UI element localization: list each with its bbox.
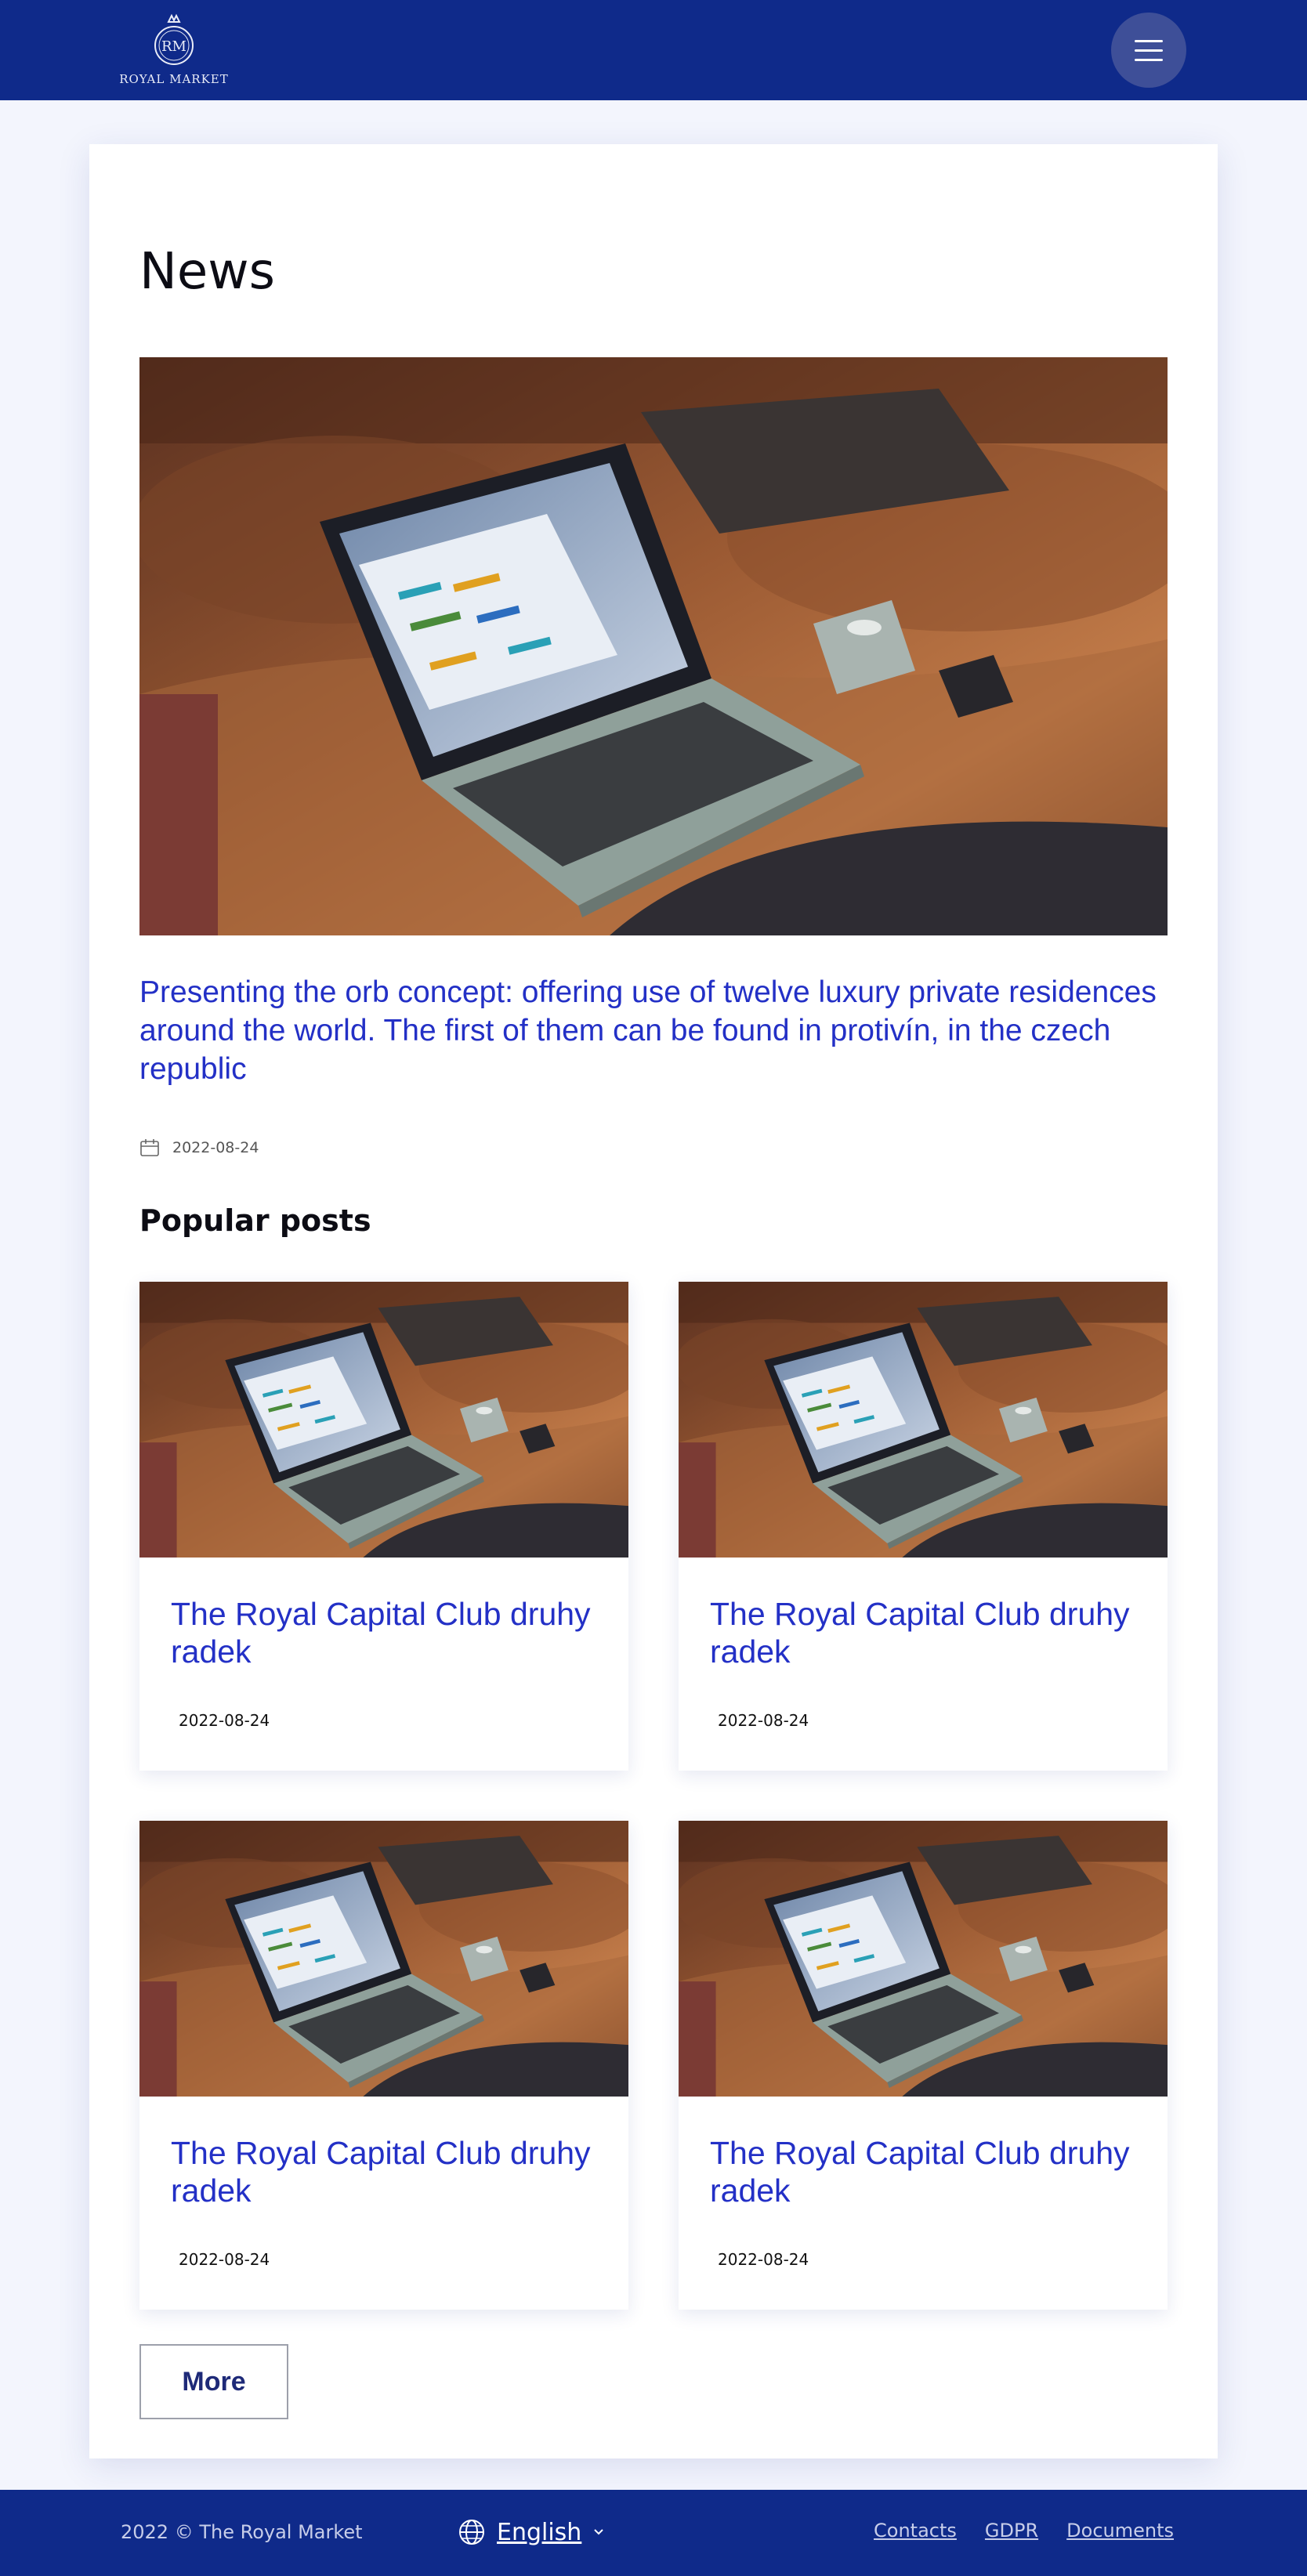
post-card[interactable]: The Royal Capital Club druhy radek 2022-…: [139, 1821, 628, 2310]
featured-date: 2022-08-24: [139, 1136, 259, 1160]
featured-date-text: 2022-08-24: [172, 1139, 259, 1156]
post-thumbnail[interactable]: [139, 1821, 628, 2097]
post-thumbnail[interactable]: [679, 1821, 1168, 2097]
globe-icon: [459, 2520, 484, 2545]
post-card[interactable]: The Royal Capital Club druhy radek 2022-…: [139, 1282, 628, 1771]
post-thumbnail[interactable]: [679, 1282, 1168, 1558]
chevron-down-icon: [594, 2529, 604, 2535]
copyright-text: 2022 © The Royal Market: [121, 2521, 363, 2543]
post-title[interactable]: The Royal Capital Club druhy radek: [171, 1595, 594, 1670]
post-card[interactable]: The Royal Capital Club druhy radek 2022-…: [679, 1282, 1168, 1771]
post-title[interactable]: The Royal Capital Club druhy radek: [710, 2134, 1133, 2209]
post-title[interactable]: The Royal Capital Club druhy radek: [710, 1595, 1133, 1670]
menu-button[interactable]: [1111, 13, 1186, 88]
calendar-icon: [140, 1139, 159, 1156]
featured-title[interactable]: Presenting the orb concept: offering use…: [139, 973, 1168, 1088]
logo-monogram: RM: [161, 38, 186, 55]
featured-image[interactable]: [139, 357, 1168, 935]
footer-link-gdpr[interactable]: GDPR: [985, 2520, 1038, 2542]
footer-link-documents[interactable]: Documents: [1066, 2520, 1174, 2542]
footer-links: Contacts GDPR Documents: [874, 2520, 1174, 2542]
post-thumbnail[interactable]: [139, 1282, 628, 1558]
post-date: 2022-08-24: [179, 1711, 270, 1730]
post-date: 2022-08-24: [718, 2250, 809, 2269]
site-footer: 2022 © The Royal Market English Contacts…: [0, 2490, 1307, 2576]
footer-link-contacts[interactable]: Contacts: [874, 2520, 957, 2542]
logo-text: ROYAL MARKET: [119, 72, 229, 86]
post-title[interactable]: The Royal Capital Club druhy radek: [171, 2134, 594, 2209]
post-date: 2022-08-24: [179, 2250, 270, 2269]
page-title: News: [139, 243, 275, 301]
news-card: News Presenting the orb concept: offerin…: [89, 144, 1218, 2458]
post-date: 2022-08-24: [718, 1711, 809, 1730]
language-selector[interactable]: English: [458, 2516, 605, 2548]
post-card[interactable]: The Royal Capital Club druhy radek 2022-…: [679, 1821, 1168, 2310]
brand-logo[interactable]: RM ROYAL MARKET: [118, 11, 230, 89]
language-label[interactable]: English: [497, 2519, 581, 2546]
site-header: RM ROYAL MARKET: [0, 0, 1307, 100]
crest-icon: RM: [154, 13, 194, 65]
popular-posts-title: Popular posts: [139, 1203, 371, 1238]
more-button[interactable]: More: [139, 2344, 288, 2419]
